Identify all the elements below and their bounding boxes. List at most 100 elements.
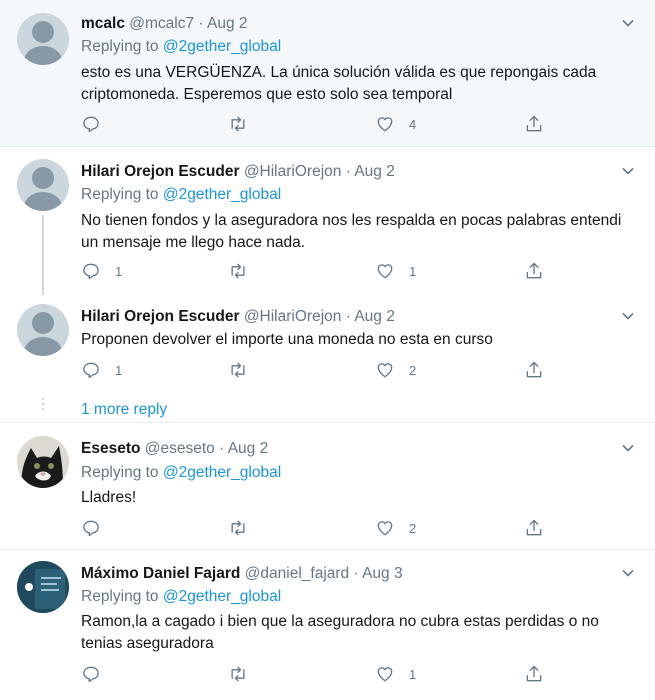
reply-button[interactable]: 1 — [81, 260, 122, 282]
reply-count: 1 — [115, 263, 123, 279]
heart-icon — [377, 264, 393, 279]
tweet[interactable]: Hilari Orejon Escuder @HilariOrejon · Au… — [0, 148, 655, 295]
user-name[interactable]: Máximo Daniel Fajard — [81, 565, 240, 582]
retweet-button[interactable] — [228, 260, 262, 282]
reply-icon — [83, 666, 99, 683]
reply-button[interactable] — [81, 113, 115, 135]
tweet-text: Lladres! — [81, 489, 137, 506]
tweet-text: Ramon,la a cagado i bien que la asegurad… — [81, 613, 599, 652]
reply-count: 1 — [115, 362, 123, 378]
reply-button[interactable] — [81, 663, 115, 685]
heart-icon — [377, 521, 393, 536]
tweet[interactable]: mcalc @mcalc7 · Aug 2 Replying to @2geth… — [0, 0, 655, 147]
user-handle[interactable]: @mcalc7 — [129, 15, 194, 32]
share-button[interactable] — [524, 359, 544, 381]
user-handle[interactable]: @HilariOrejon — [244, 308, 342, 325]
chevron-down-icon[interactable] — [621, 164, 635, 178]
tweet-actions: 1 — [81, 663, 551, 685]
user-handle[interactable]: @HilariOrejon — [244, 163, 342, 180]
tweet-date[interactable]: · Aug 2 — [346, 308, 395, 325]
retweet-button[interactable] — [228, 359, 262, 381]
tweet-actions: 2 — [81, 517, 551, 539]
tweet-header: Máximo Daniel Fajard @daniel_fajard · Au… — [81, 565, 403, 583]
tweet[interactable]: Eseseto @eseseto · Aug 2 Replying to @2g… — [0, 424, 655, 550]
tweet[interactable]: Hilari Orejon Escuder @HilariOrejon · Au… — [0, 295, 655, 423]
heart-icon — [377, 363, 393, 378]
replying-to-link[interactable]: @2gether_global — [163, 588, 281, 605]
tweet-header: Hilari Orejon Escuder @HilariOrejon · Au… — [81, 163, 395, 181]
avatar[interactable] — [17, 436, 69, 488]
thread-more-dots — [42, 398, 44, 413]
user-name[interactable]: Eseseto — [81, 440, 140, 457]
tweet-date[interactable]: · Aug 2 — [198, 15, 247, 32]
like-button[interactable]: 2 — [375, 359, 416, 381]
like-button[interactable]: 2 — [375, 517, 416, 539]
chevron-down-icon[interactable] — [621, 16, 635, 30]
share-icon — [526, 519, 542, 536]
replying-prefix: Replying to — [81, 464, 159, 481]
retweet-icon — [231, 520, 245, 536]
reply-button[interactable]: 1 — [81, 359, 122, 381]
retweet-button[interactable] — [228, 113, 262, 135]
tweet-actions: 1 1 — [81, 260, 551, 282]
user-handle[interactable]: @daniel_fajard — [245, 565, 350, 582]
like-count: 1 — [409, 263, 417, 279]
chevron-down-icon[interactable] — [621, 309, 635, 323]
share-button[interactable] — [524, 663, 544, 685]
heart-icon — [377, 667, 393, 682]
tweet-date[interactable]: · Aug 2 — [219, 440, 268, 457]
heart-icon — [377, 117, 393, 132]
reply-icon — [83, 520, 99, 537]
cat-photo — [17, 436, 69, 488]
replying-prefix: Replying to — [81, 186, 159, 203]
like-count: 2 — [409, 520, 417, 536]
user-name[interactable]: Hilari Orejon Escuder — [81, 308, 240, 325]
avatar[interactable] — [17, 561, 69, 613]
retweet-button[interactable] — [228, 517, 262, 539]
replying-to-link[interactable]: @2gether_global — [163, 464, 281, 481]
tweet[interactable]: Máximo Daniel Fajard @daniel_fajard · Au… — [0, 551, 655, 700]
chevron-down-icon[interactable] — [621, 566, 635, 580]
chevron-down-icon[interactable] — [621, 441, 635, 455]
reply-icon — [83, 362, 99, 379]
tweet-header: Eseseto @eseseto · Aug 2 — [81, 440, 268, 458]
replying-to-link[interactable]: @2gether_global — [163, 186, 281, 203]
tweet-header: Hilari Orejon Escuder @HilariOrejon · Au… — [81, 308, 395, 326]
more-replies-link[interactable]: 1 more reply — [81, 401, 167, 419]
thread-line — [42, 215, 44, 295]
retweet-button[interactable] — [228, 663, 262, 685]
retweet-icon — [231, 116, 245, 132]
replying-to: Replying to @2gether_global — [81, 38, 281, 56]
retweet-icon — [231, 666, 245, 682]
profile-photo — [17, 561, 69, 613]
user-name[interactable]: mcalc — [81, 15, 125, 32]
like-button[interactable]: 4 — [375, 113, 416, 135]
replying-to: Replying to @2gether_global — [81, 186, 281, 204]
like-count: 2 — [409, 362, 417, 378]
avatar[interactable] — [17, 304, 69, 356]
tweet-text: No tienen fondos y la aseguradora nos le… — [81, 212, 622, 251]
reply-button[interactable] — [81, 517, 115, 539]
replying-to-link[interactable]: @2gether_global — [163, 38, 281, 55]
share-button[interactable] — [524, 517, 544, 539]
tweet-text: esto es una VERGÜENZA. La única solución… — [81, 64, 597, 103]
user-handle[interactable]: @eseseto — [145, 440, 215, 457]
share-icon — [526, 262, 542, 279]
avatar[interactable] — [17, 159, 69, 211]
like-button[interactable]: 1 — [375, 260, 416, 282]
like-count: 1 — [409, 666, 417, 682]
tweet-header: mcalc @mcalc7 · Aug 2 — [81, 15, 248, 33]
tweet-date[interactable]: · Aug 2 — [346, 163, 395, 180]
like-count: 4 — [409, 116, 417, 132]
tweet-actions: 4 — [81, 113, 551, 135]
share-button[interactable] — [524, 113, 544, 135]
share-icon — [526, 361, 542, 378]
share-icon — [526, 115, 542, 132]
tweet-text: Proponen devolver el importe una moneda … — [81, 331, 493, 348]
share-button[interactable] — [524, 260, 544, 282]
user-name[interactable]: Hilari Orejon Escuder — [81, 163, 240, 180]
tweet-date[interactable]: · Aug 3 — [353, 565, 402, 582]
avatar[interactable] — [17, 13, 69, 65]
like-button[interactable]: 1 — [375, 663, 416, 685]
replying-to: Replying to @2gether_global — [81, 588, 281, 606]
